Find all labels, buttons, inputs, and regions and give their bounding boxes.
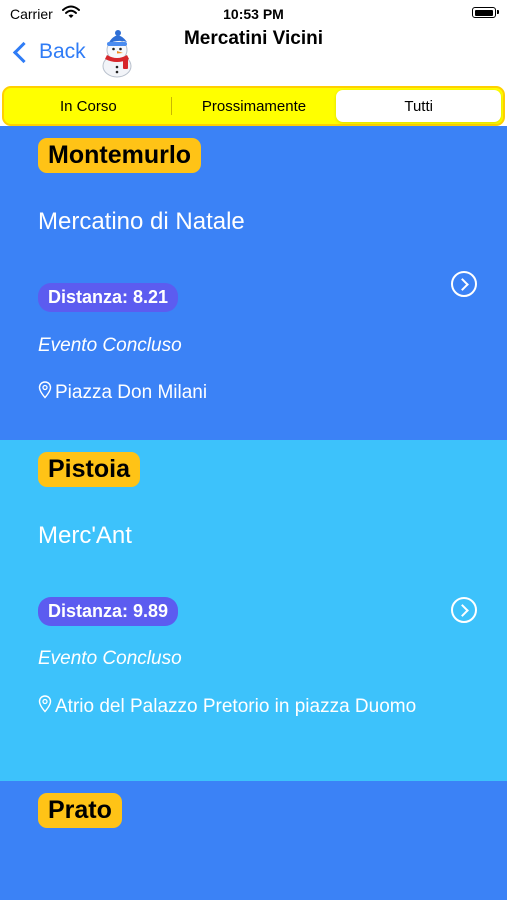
navigation-bar: Mercatini Vicini Back: [0, 28, 507, 84]
segment-label: In Corso: [59, 97, 117, 115]
battery-icon: [472, 7, 499, 18]
event-status: Evento Concluso: [38, 648, 182, 669]
segment-in-corso[interactable]: In Corso: [6, 90, 171, 122]
address: Piazza Don Milani: [38, 379, 438, 406]
segment-label: Prossimamente: [201, 97, 307, 115]
snowman-icon: [102, 30, 132, 78]
clock: 10:53 PM: [223, 6, 284, 22]
address-text: Piazza Don Milani: [55, 382, 208, 403]
event-name: Merc'Ant: [38, 522, 132, 549]
chevron-left-icon: [12, 41, 35, 63]
event-status: Evento Concluso: [38, 335, 182, 356]
event-name: Mercatino di Natale: [38, 208, 245, 235]
address: Atrio del Palazzo Pretorio in piazza Duo…: [38, 693, 438, 720]
market-row[interactable]: Pistoia Merc'Ant Distanza: 9.89 Evento C…: [0, 440, 507, 781]
location-pin-icon: [38, 381, 52, 399]
chevron-right-circle-icon[interactable]: [451, 271, 477, 297]
segment-tutti[interactable]: Tutti: [336, 90, 502, 122]
distance-badge: Distanza: 9.89: [38, 597, 179, 626]
back-button[interactable]: Back: [10, 40, 86, 64]
city-badge: Pistoia: [38, 452, 140, 487]
segment-label: Tutti: [404, 97, 433, 115]
distance-badge: Distanza: 8.21: [38, 283, 179, 312]
city-badge: Montemurlo: [38, 138, 202, 173]
segment-prossimamente[interactable]: Prossimamente: [172, 90, 337, 122]
market-row[interactable]: Prato: [0, 781, 507, 900]
back-button-label: Back: [39, 40, 86, 63]
chevron-right-circle-icon[interactable]: [451, 597, 477, 623]
filter-segmented-control: In Corso Prossimamente Tutti: [2, 86, 505, 126]
address-text: Atrio del Palazzo Pretorio in piazza Duo…: [55, 696, 417, 717]
location-pin-icon: [38, 695, 52, 713]
status-bar: Carrier 10:53 PM: [0, 0, 507, 28]
city-badge: Prato: [38, 793, 122, 828]
market-row[interactable]: Montemurlo Mercatino di Natale Distanza:…: [0, 126, 507, 440]
